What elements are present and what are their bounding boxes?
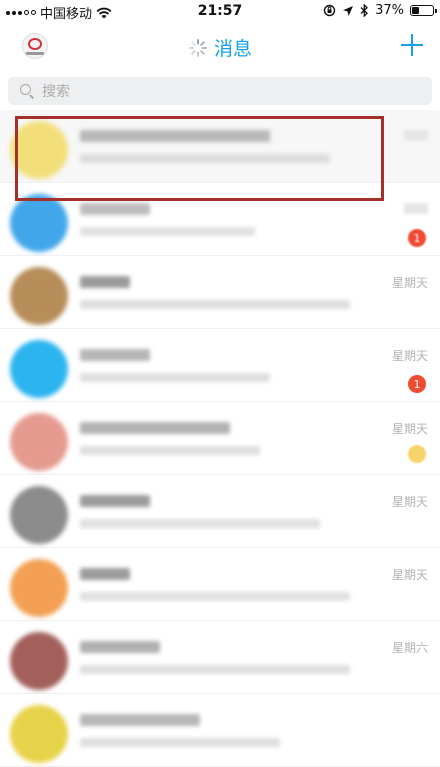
conversation-name-redacted bbox=[80, 203, 150, 215]
search-placeholder: 搜索 bbox=[42, 84, 70, 100]
conversation-preview-redacted bbox=[80, 154, 330, 163]
status-bar: 中国移动 21:57 37% bbox=[0, 0, 440, 24]
conversation-avatar bbox=[10, 632, 68, 690]
emoji-icon bbox=[408, 445, 426, 463]
conversation-time-redacted bbox=[404, 203, 428, 214]
conversation-row[interactable] bbox=[0, 694, 440, 767]
conversation-name-redacted bbox=[80, 714, 200, 726]
conversation-name-redacted bbox=[80, 130, 270, 142]
unread-badge: 1 bbox=[408, 229, 426, 247]
conversation-avatar bbox=[10, 486, 68, 544]
nav-title-group: 消息 bbox=[0, 34, 440, 61]
conversation-name-redacted bbox=[80, 568, 130, 580]
conversation-name-redacted bbox=[80, 641, 160, 653]
conversation-name-redacted bbox=[80, 495, 150, 507]
battery-icon bbox=[410, 5, 437, 16]
conversation-preview-redacted bbox=[80, 665, 350, 674]
conversation-time: 星期天 bbox=[391, 422, 428, 436]
search-input[interactable]: 搜索 bbox=[8, 77, 432, 105]
conversation-time: 星期天 bbox=[391, 495, 428, 509]
conversation-row[interactable]: 星期天 1 bbox=[0, 329, 440, 402]
battery-level bbox=[412, 7, 420, 14]
conversation-name-redacted bbox=[80, 422, 230, 434]
battery-percent: 37% bbox=[375, 3, 404, 18]
conversation-avatar bbox=[10, 705, 68, 763]
page-title: 消息 bbox=[213, 38, 252, 60]
conversation-avatar bbox=[10, 340, 68, 398]
bluetooth-icon bbox=[360, 4, 369, 17]
conversation-name-redacted bbox=[80, 349, 150, 361]
conversation-avatar bbox=[10, 121, 68, 179]
conversation-time: 星期天 bbox=[391, 276, 428, 290]
status-right: 37% bbox=[323, 3, 437, 18]
add-button[interactable] bbox=[398, 31, 426, 59]
search-icon bbox=[20, 84, 34, 98]
conversation-preview-redacted bbox=[80, 227, 255, 236]
conversation-time-redacted bbox=[404, 130, 428, 141]
loading-spinner-icon bbox=[188, 38, 207, 57]
search-bar: 搜索 bbox=[0, 72, 440, 110]
conversation-row[interactable] bbox=[0, 110, 440, 183]
conversation-preview-redacted bbox=[80, 446, 260, 455]
conversation-preview-redacted bbox=[80, 300, 350, 309]
conversation-avatar bbox=[10, 413, 68, 471]
conversation-row[interactable]: 星期六 bbox=[0, 621, 440, 694]
conversation-preview-redacted bbox=[80, 519, 320, 528]
conversation-time: 星期天 bbox=[391, 349, 428, 363]
nav-bar: 消息 bbox=[0, 24, 440, 68]
conversation-list: 1 星期天 星期天 1 星期天 星期天 星期天 星期六 bbox=[0, 110, 440, 767]
conversation-row[interactable]: 星期天 bbox=[0, 475, 440, 548]
conversation-row[interactable]: 1 bbox=[0, 183, 440, 256]
conversation-row[interactable]: 星期天 bbox=[0, 256, 440, 329]
conversation-avatar bbox=[10, 559, 68, 617]
conversation-preview-redacted bbox=[80, 592, 350, 601]
orientation-lock-icon bbox=[323, 4, 336, 17]
conversation-avatar bbox=[10, 267, 68, 325]
conversation-preview-redacted bbox=[80, 373, 270, 382]
conversation-row[interactable]: 星期天 bbox=[0, 548, 440, 621]
conversation-preview-redacted bbox=[80, 738, 280, 747]
unread-badge: 1 bbox=[408, 375, 426, 393]
conversation-name-redacted bbox=[80, 276, 130, 288]
conversation-avatar bbox=[10, 194, 68, 252]
conversation-time: 星期天 bbox=[391, 568, 428, 582]
location-arrow-icon bbox=[343, 5, 354, 16]
conversation-time: 星期六 bbox=[391, 641, 428, 655]
conversation-row[interactable]: 星期天 bbox=[0, 402, 440, 475]
